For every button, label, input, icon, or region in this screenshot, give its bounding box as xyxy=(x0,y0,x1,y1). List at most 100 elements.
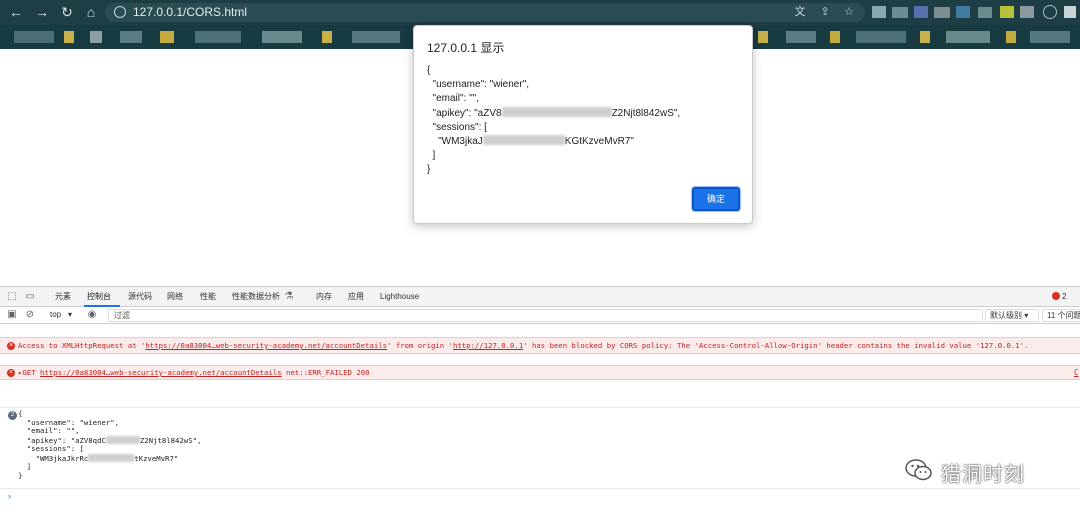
alert-dialog: 127.0.0.1 显示 { "username": "wiener", "em… xyxy=(413,25,753,224)
share-icon[interactable]: ⇪ xyxy=(818,5,832,19)
tab-network[interactable]: 网络 xyxy=(167,292,183,302)
log-line: } xyxy=(18,470,23,480)
translate-icon[interactable]: 文 xyxy=(793,5,807,19)
back-arrow-icon[interactable]: ← xyxy=(8,4,24,20)
dialog-line: } xyxy=(427,164,431,176)
filter-input[interactable]: 过滤 xyxy=(108,309,983,322)
console-toolbar: ▣ ⊘ top ▾ ◉ 过滤 默认级别 ▾ 11 个问题 xyxy=(0,307,1080,324)
reload-icon[interactable]: ↻ xyxy=(59,4,75,20)
redacted-block xyxy=(88,453,135,462)
dialog-line: "sessions": [ xyxy=(427,121,487,133)
console-error-message: × Access to XMLHttpRequest at 'https://0… xyxy=(0,337,1080,354)
extension-icon[interactable] xyxy=(1020,6,1034,18)
error-status: net::ERR_FAILED 200 xyxy=(286,368,370,377)
dialog-line: "username": "wiener", xyxy=(427,79,530,91)
dialog-line: KGtKzveMvR7" xyxy=(564,136,634,148)
forward-arrow-icon[interactable]: → xyxy=(34,4,50,20)
bookmark-item[interactable] xyxy=(120,31,142,43)
tab-performance[interactable]: 性能 xyxy=(200,292,216,302)
device-toolbar-icon[interactable]: ▭ xyxy=(24,291,36,303)
http-method: GET xyxy=(22,368,36,377)
log-object-text: { "username": "wiener", "email": "", "ap… xyxy=(18,409,202,480)
bookmark-item[interactable] xyxy=(830,31,840,43)
info-icon[interactable] xyxy=(114,6,126,18)
bookmark-item[interactable] xyxy=(90,31,102,43)
tab-application[interactable]: 应用 xyxy=(348,292,364,302)
error-icon: × xyxy=(7,342,15,350)
extension-icon[interactable] xyxy=(978,7,992,18)
clear-console-icon[interactable]: ⊘ xyxy=(24,309,36,321)
console-error-message: × ▸GET https://0a83004…web-security-acad… xyxy=(0,365,1080,380)
tab-performance-insights[interactable]: 性能数据分析 xyxy=(232,292,280,302)
bookmark-item[interactable] xyxy=(14,31,54,43)
extension-icon[interactable] xyxy=(872,6,886,18)
log-line: "email": "", xyxy=(18,426,80,435)
bookmark-item[interactable] xyxy=(322,31,332,43)
extension-icon[interactable] xyxy=(914,6,928,18)
bookmark-item[interactable] xyxy=(195,31,241,43)
bookmark-item[interactable] xyxy=(64,31,74,43)
source-link[interactable]: C xyxy=(1074,368,1079,377)
log-line: Z2Njt8l842wS", xyxy=(139,435,202,445)
home-icon[interactable]: ⌂ xyxy=(83,4,99,20)
dialog-line: "apikey": "aZV8 xyxy=(427,107,502,119)
bookmark-item[interactable] xyxy=(352,31,400,43)
extension-icon[interactable] xyxy=(892,7,908,18)
url-text: 127.0.0.1/CORS.html xyxy=(133,5,248,19)
dialog-message: { "username": "wiener", "email": "", "ap… xyxy=(427,64,680,178)
dialog-line: ] xyxy=(427,150,436,162)
extension-icon[interactable] xyxy=(1000,6,1014,18)
context-selector[interactable]: top xyxy=(50,310,61,320)
bookmark-item[interactable] xyxy=(856,31,906,43)
get-error-text[interactable]: ▸GET https://0a83004…web-security-academ… xyxy=(18,368,370,378)
bookmark-item[interactable] xyxy=(262,31,302,43)
extension-icon[interactable] xyxy=(956,6,970,18)
log-levels-dropdown[interactable]: 默认级别 ▾ xyxy=(985,309,1039,322)
issues-button[interactable]: 11 个问题 xyxy=(1042,309,1080,322)
extension-icon[interactable] xyxy=(934,7,950,18)
origin-link[interactable]: http://127.0.0.1 xyxy=(453,341,523,350)
sidebar-toggle-icon[interactable]: ▣ xyxy=(6,309,18,321)
request-url-link[interactable]: https://0a83004…web-security-academy.net… xyxy=(40,368,282,377)
redacted-block xyxy=(105,435,140,444)
repeat-count-badge: 2 xyxy=(8,411,17,420)
tab-sources[interactable]: 源代码 xyxy=(128,292,152,302)
eye-icon[interactable]: ◉ xyxy=(86,309,98,321)
bookmark-item[interactable] xyxy=(920,31,930,43)
error-text-part: ' from origin ' xyxy=(387,341,453,350)
log-line: tKzveMvR7" xyxy=(134,453,179,463)
dialog-title: 127.0.0.1 显示 xyxy=(427,41,505,55)
bookmark-item[interactable] xyxy=(786,31,816,43)
error-icon xyxy=(1052,292,1060,300)
bookmark-item[interactable] xyxy=(1006,31,1016,43)
profile-icon[interactable] xyxy=(1043,5,1057,19)
extensions-puzzle-icon[interactable] xyxy=(1064,6,1076,18)
dialog-line: Z2Njt8l842wS", xyxy=(611,107,681,119)
error-text-part: Access to XMLHttpRequest at ' xyxy=(18,341,146,350)
ok-button[interactable]: 确定 xyxy=(692,187,740,211)
bookmark-item[interactable] xyxy=(758,31,768,43)
redacted-block xyxy=(501,106,612,117)
address-bar[interactable]: 127.0.0.1/CORS.html 文 ⇪ ☆ xyxy=(105,3,865,22)
dialog-line: { xyxy=(427,65,431,76)
error-url-link[interactable]: https://0a83004…web-security-academy.net… xyxy=(145,341,387,350)
tab-memory[interactable]: 内存 xyxy=(316,292,332,302)
tab-elements[interactable]: 元素 xyxy=(55,292,71,302)
tab-console[interactable]: 控制台 xyxy=(87,292,111,302)
bookmark-item[interactable] xyxy=(160,31,174,43)
cors-error-text: Access to XMLHttpRequest at 'https://0a8… xyxy=(18,341,1028,351)
bookmark-item[interactable] xyxy=(1030,31,1070,43)
bookmark-item[interactable] xyxy=(946,31,990,43)
inspect-element-icon[interactable]: ⬚ xyxy=(6,291,18,303)
tab-lighthouse[interactable]: Lighthouse xyxy=(380,292,419,302)
chevron-down-icon[interactable]: ▾ xyxy=(68,310,72,320)
wechat-icon xyxy=(905,459,932,481)
devtools-tabbar: ⬚ ▭ 元素 控制台 源代码 网络 性能 性能数据分析 ⚗ 内存 应用 Ligh… xyxy=(0,287,1080,307)
watermark: 猎洞时刻 xyxy=(905,456,1055,486)
console-prompt[interactable]: › xyxy=(8,491,11,501)
error-count-badge[interactable]: 2 xyxy=(1052,291,1076,303)
error-text-part: ' has been blocked by CORS policy: The '… xyxy=(523,341,1029,350)
star-icon[interactable]: ☆ xyxy=(842,5,856,19)
dialog-line: "email": "", xyxy=(427,93,479,105)
error-count: 2 xyxy=(1062,292,1067,301)
